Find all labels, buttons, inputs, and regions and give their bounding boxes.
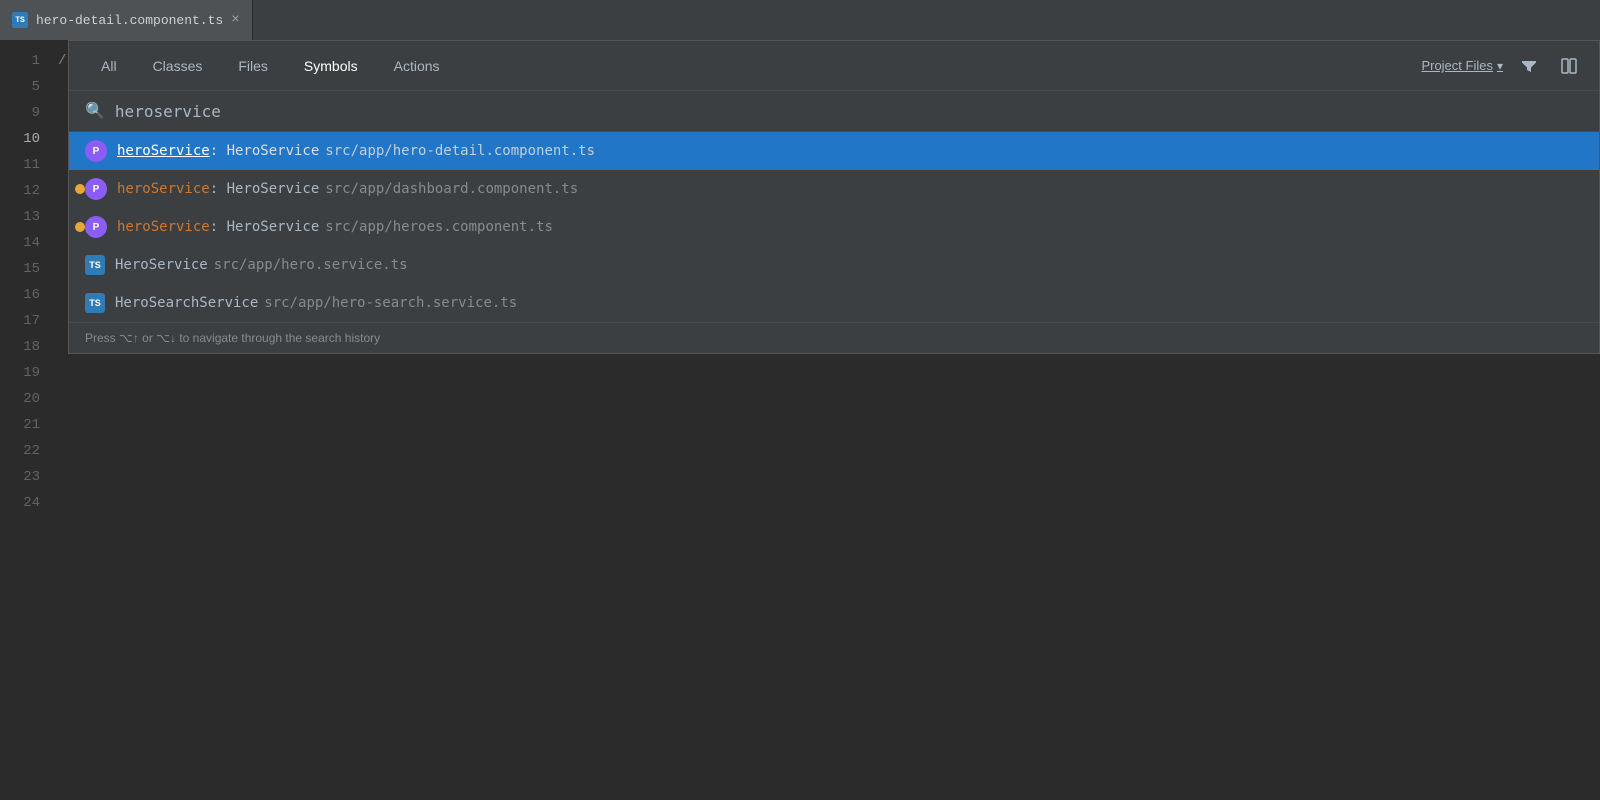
result-item-1[interactable]: P heroService: HeroServicesrc/app/dashbo… xyxy=(69,170,1599,208)
layout-icon-btn[interactable] xyxy=(1555,52,1583,80)
search-tab-right-controls: Project Files ▾ xyxy=(1421,52,1583,80)
tab-symbols[interactable]: Symbols xyxy=(288,52,374,80)
line-num-9: 9 xyxy=(32,100,40,126)
result-item-4[interactable]: TS HeroSearchServicesrc/app/hero-search.… xyxy=(69,284,1599,322)
line-num-24: 24 xyxy=(23,490,40,516)
result-icon-1: P xyxy=(85,178,107,200)
tab-files[interactable]: Files xyxy=(222,52,284,80)
line-num-5: 5 xyxy=(32,74,40,100)
search-input[interactable] xyxy=(115,102,1583,121)
tab-close-button[interactable]: × xyxy=(231,12,239,28)
line-num-10: 10 xyxy=(23,126,40,152)
tab-all[interactable]: All xyxy=(85,52,133,80)
line-num-17: 17 xyxy=(23,308,40,334)
line-num-13: 13 xyxy=(23,204,40,230)
result-item-3[interactable]: TS HeroServicesrc/app/hero.service.ts xyxy=(69,246,1599,284)
result-text-4: HeroSearchServicesrc/app/hero-search.ser… xyxy=(115,295,1583,311)
line-num-14: 14 xyxy=(23,230,40,256)
ts-file-icon: TS xyxy=(12,12,28,28)
search-input-area: 🔍 xyxy=(69,91,1599,132)
line-numbers: 1 5 9 10 11 12 13 14 15 16 17 18 19 20 2… xyxy=(0,40,50,800)
result-text-2: heroService: HeroServicesrc/app/heroes.c… xyxy=(117,219,1583,235)
result-item-0[interactable]: P heroService: HeroServicesrc/app/hero-d… xyxy=(69,132,1599,170)
search-status-bar: Press ⌥↑ or ⌥↓ to navigate through the s… xyxy=(69,322,1599,353)
project-files-label: Project Files xyxy=(1421,58,1493,73)
line-num-1: 1 xyxy=(32,48,40,74)
line-num-20: 20 xyxy=(23,386,40,412)
tab-actions[interactable]: Actions xyxy=(378,52,456,80)
ts-icon-3: TS xyxy=(85,255,105,275)
tab-bar: TS hero-detail.component.ts × xyxy=(0,0,1600,40)
search-overlay: All Classes Files Symbols Actions Projec… xyxy=(68,40,1600,354)
line-num-21: 21 xyxy=(23,412,40,438)
filter-icon xyxy=(1521,58,1537,74)
search-tab-bar: All Classes Files Symbols Actions Projec… xyxy=(69,41,1599,91)
tab-filename: hero-detail.component.ts xyxy=(36,13,223,28)
result-icon-0: P xyxy=(85,140,107,162)
result-text-1: heroService: HeroServicesrc/app/dashboar… xyxy=(117,181,1583,197)
gutter-dot-2 xyxy=(75,222,85,232)
search-magnifier-icon: 🔍 xyxy=(85,101,105,121)
result-text-3: HeroServicesrc/app/hero.service.ts xyxy=(115,257,1583,273)
line-num-11: 11 xyxy=(23,152,40,178)
tab-classes[interactable]: Classes xyxy=(137,52,219,80)
line-num-18: 18 xyxy=(23,334,40,360)
chevron-down-icon: ▾ xyxy=(1497,59,1503,73)
line-num-19: 19 xyxy=(23,360,40,386)
line-num-23: 23 xyxy=(23,464,40,490)
line-num-12: 12 xyxy=(23,178,40,204)
gutter-dot-1 xyxy=(75,184,85,194)
result-icon-2: P xyxy=(85,216,107,238)
results-list: P heroService: HeroServicesrc/app/hero-d… xyxy=(69,132,1599,322)
line-num-15: 15 xyxy=(23,256,40,282)
layout-icon xyxy=(1561,58,1577,74)
line-num-16: 16 xyxy=(23,282,40,308)
line-num-22: 22 xyxy=(23,438,40,464)
project-files-dropdown[interactable]: Project Files ▾ xyxy=(1421,58,1503,73)
filter-icon-btn[interactable] xyxy=(1515,52,1543,80)
active-tab[interactable]: TS hero-detail.component.ts × xyxy=(0,0,253,40)
result-text-0: heroService: HeroServicesrc/app/hero-det… xyxy=(117,143,1583,159)
search-hint-text: Press ⌥↑ or ⌥↓ to navigate through the s… xyxy=(85,331,380,345)
result-item-2[interactable]: P heroService: HeroServicesrc/app/heroes… xyxy=(69,208,1599,246)
ts-icon-4: TS xyxy=(85,293,105,313)
